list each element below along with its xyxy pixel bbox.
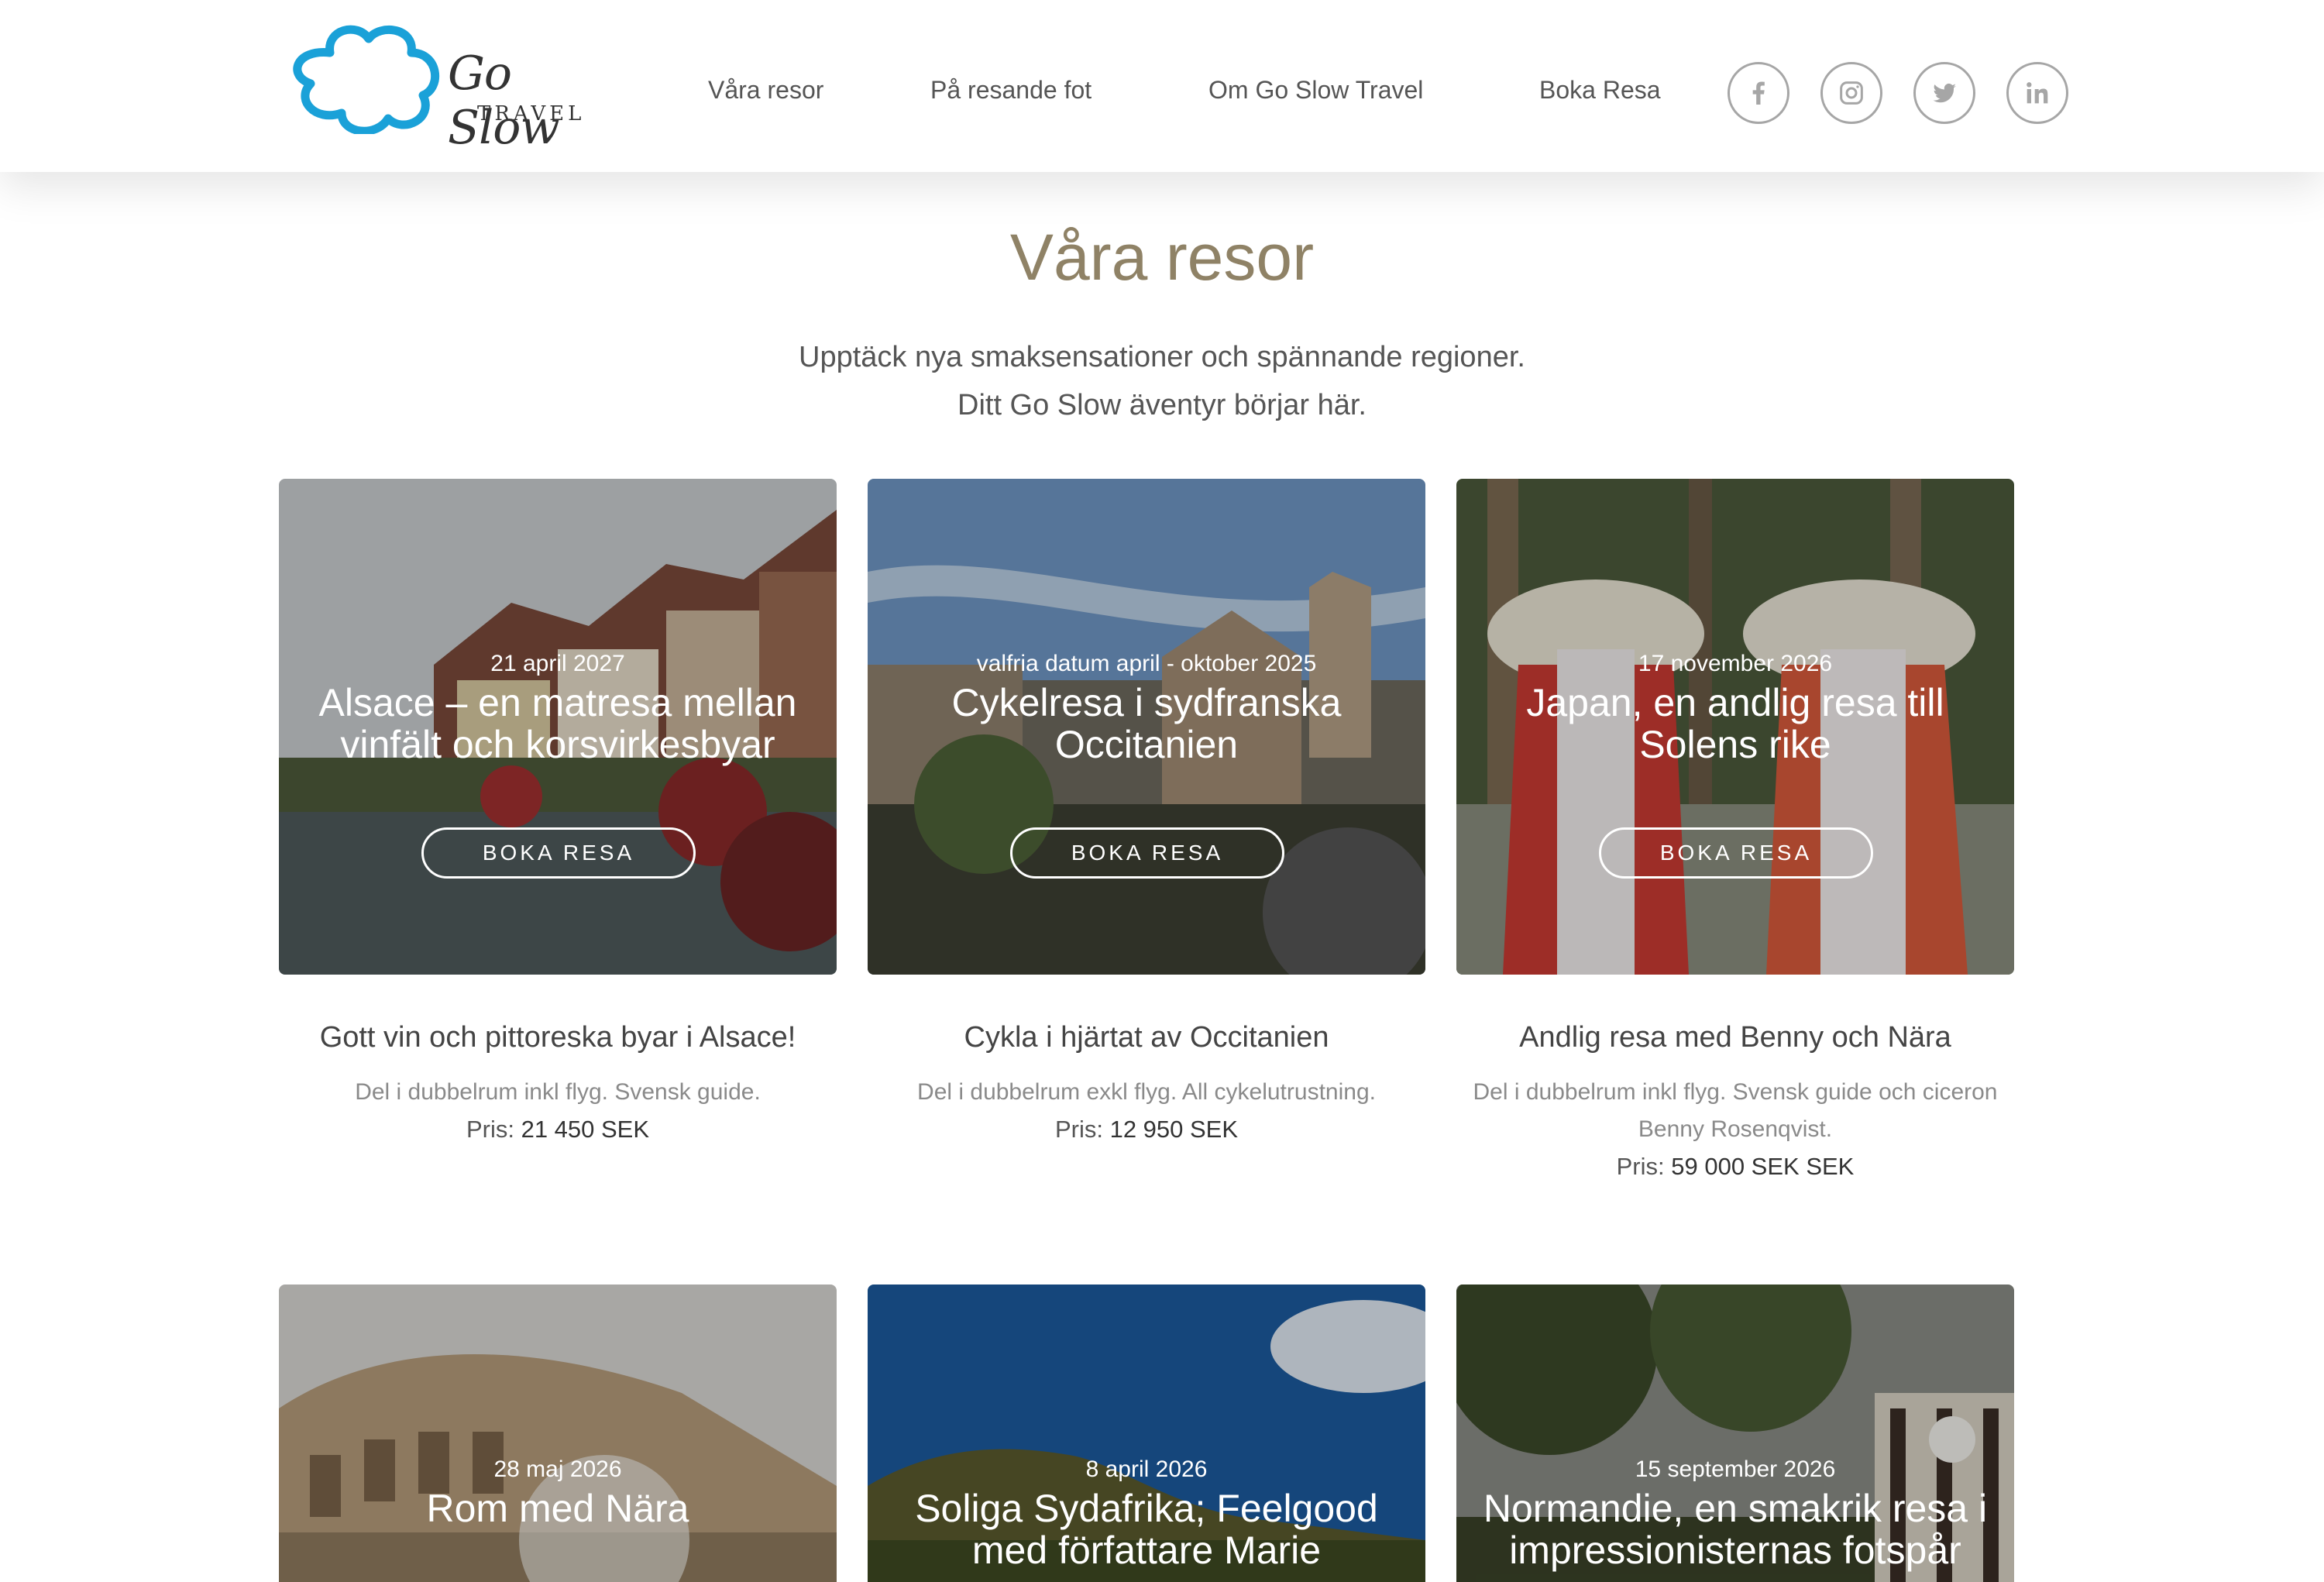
trip-image-japan[interactable]: 17 november 2026 Japan, en andlig resa t… (1456, 479, 2014, 975)
trip-date: 28 maj 2026 (493, 1456, 622, 1482)
trip-title: Soliga Sydafrika; Feelgood med författar… (915, 1487, 1378, 1572)
trip-description: Del i dubbelrum exkl flyg. All cykelutru… (917, 1079, 1376, 1105)
trip-card-normandie: 15 september 2026 Normandie, en smakrik … (1456, 1285, 2014, 1582)
trip-card-alsace: 21 april 2027 Alsace – en matresa mellan… (279, 479, 837, 1207)
trip-title: Alsace – en matresa mellan vinfält och k… (318, 681, 797, 766)
trip-image-sydafrika[interactable]: 8 april 2026 Soliga Sydafrika; Feelgood … (868, 1285, 1425, 1582)
boka-resa-button[interactable]: BOKA RESA (421, 827, 696, 879)
trip-date: 17 november 2026 (1638, 651, 1833, 676)
facebook-icon (1752, 81, 1765, 105)
price-label: Pris: (1054, 1116, 1103, 1143)
trip-price: Pris: 59 000 SEK SEK (1456, 1153, 2014, 1181)
page-title: Våra resor (1009, 221, 1315, 294)
trip-title: Normandie, en smakrik resa i impressioni… (1483, 1487, 1988, 1572)
intro-text: Upptäck nya smaksensationer och spännand… (0, 333, 2324, 429)
trip-image-normandie[interactable]: 15 september 2026 Normandie, en smakrik … (1456, 1285, 2014, 1582)
nav-vara-resor[interactable]: Våra resor (708, 76, 823, 105)
trip-title: Cykelresa i sydfranska Occitanien (951, 681, 1342, 766)
trip-card-occitanien: valfria datum april - oktober 2025 Cykel… (868, 479, 1425, 1207)
twitter-icon (1933, 83, 1956, 103)
trip-price: Pris: 12 950 SEK (868, 1116, 1425, 1144)
trip-card-sydafrika: 8 april 2026 Soliga Sydafrika; Feelgood … (868, 1285, 1425, 1582)
price-label: Pris: (466, 1116, 514, 1143)
intro-line-1: Upptäck nya smaksensationer och spännand… (799, 341, 1525, 373)
nav-om-go-slow[interactable]: Om Go Slow Travel (1208, 76, 1423, 105)
trip-image-rom[interactable]: 28 maj 2026 Rom med Nära (279, 1285, 837, 1582)
trip-title: Rom med Nära (426, 1487, 689, 1530)
nav-boka-resa[interactable]: Boka Resa (1539, 76, 1661, 105)
intro-line-2: Ditt Go Slow äventyr börjar här. (957, 389, 1367, 421)
trip-price: Pris: 21 450 SEK (279, 1116, 837, 1144)
trip-date: 15 september 2026 (1635, 1456, 1836, 1482)
trip-image-occitanien[interactable]: valfria datum april - oktober 2025 Cykel… (868, 479, 1425, 975)
trip-subtitle[interactable]: Andlig resa med Benny och Nära (1456, 1021, 2014, 1054)
trip-description: Del i dubbelrum inkl flyg. Svensk guide … (1473, 1079, 1998, 1142)
trip-date: 8 april 2026 (1085, 1456, 1208, 1482)
twitter-link[interactable] (1913, 62, 1975, 124)
price-value: 12 950 SEK (1109, 1116, 1239, 1143)
instagram-link[interactable] (1820, 62, 1882, 124)
trip-subtitle[interactable]: Cykla i hjärtat av Occitanien (868, 1021, 1425, 1054)
trip-date: valfria datum april - oktober 2025 (976, 651, 1317, 676)
image-overlay (279, 1285, 837, 1582)
facebook-link[interactable] (1728, 62, 1789, 124)
site-header: Go Slow TRAVEL Våra resor På resande fot… (0, 0, 2324, 172)
nav-pa-resande-fot[interactable]: På resande fot (930, 76, 1092, 105)
price-label: Pris: (1616, 1153, 1665, 1180)
trip-card-japan: 17 november 2026 Japan, en andlig resa t… (1456, 479, 2014, 1207)
trip-title: Japan, en andlig resa till Solens rike (1526, 681, 1944, 766)
main-nav: Våra resor På resande fot Om Go Slow Tra… (0, 76, 2324, 115)
trip-description: Del i dubbelrum inkl flyg. Svensk guide. (355, 1079, 761, 1105)
boka-resa-button[interactable]: BOKA RESA (1010, 827, 1284, 879)
linkedin-icon (2027, 82, 2048, 104)
trip-image-alsace[interactable]: 21 april 2027 Alsace – en matresa mellan… (279, 479, 837, 975)
price-value: 21 450 SEK (521, 1116, 650, 1143)
trip-date: 21 april 2027 (490, 651, 625, 676)
instagram-icon (1840, 81, 1863, 105)
price-value: 59 000 SEK SEK (1671, 1153, 1855, 1180)
trip-subtitle[interactable]: Gott vin och pittoreska byar i Alsace! (279, 1021, 837, 1054)
boka-resa-button[interactable]: BOKA RESA (1599, 827, 1873, 879)
linkedin-link[interactable] (2006, 62, 2068, 124)
trip-card-rom: 28 maj 2026 Rom med Nära (279, 1285, 837, 1582)
